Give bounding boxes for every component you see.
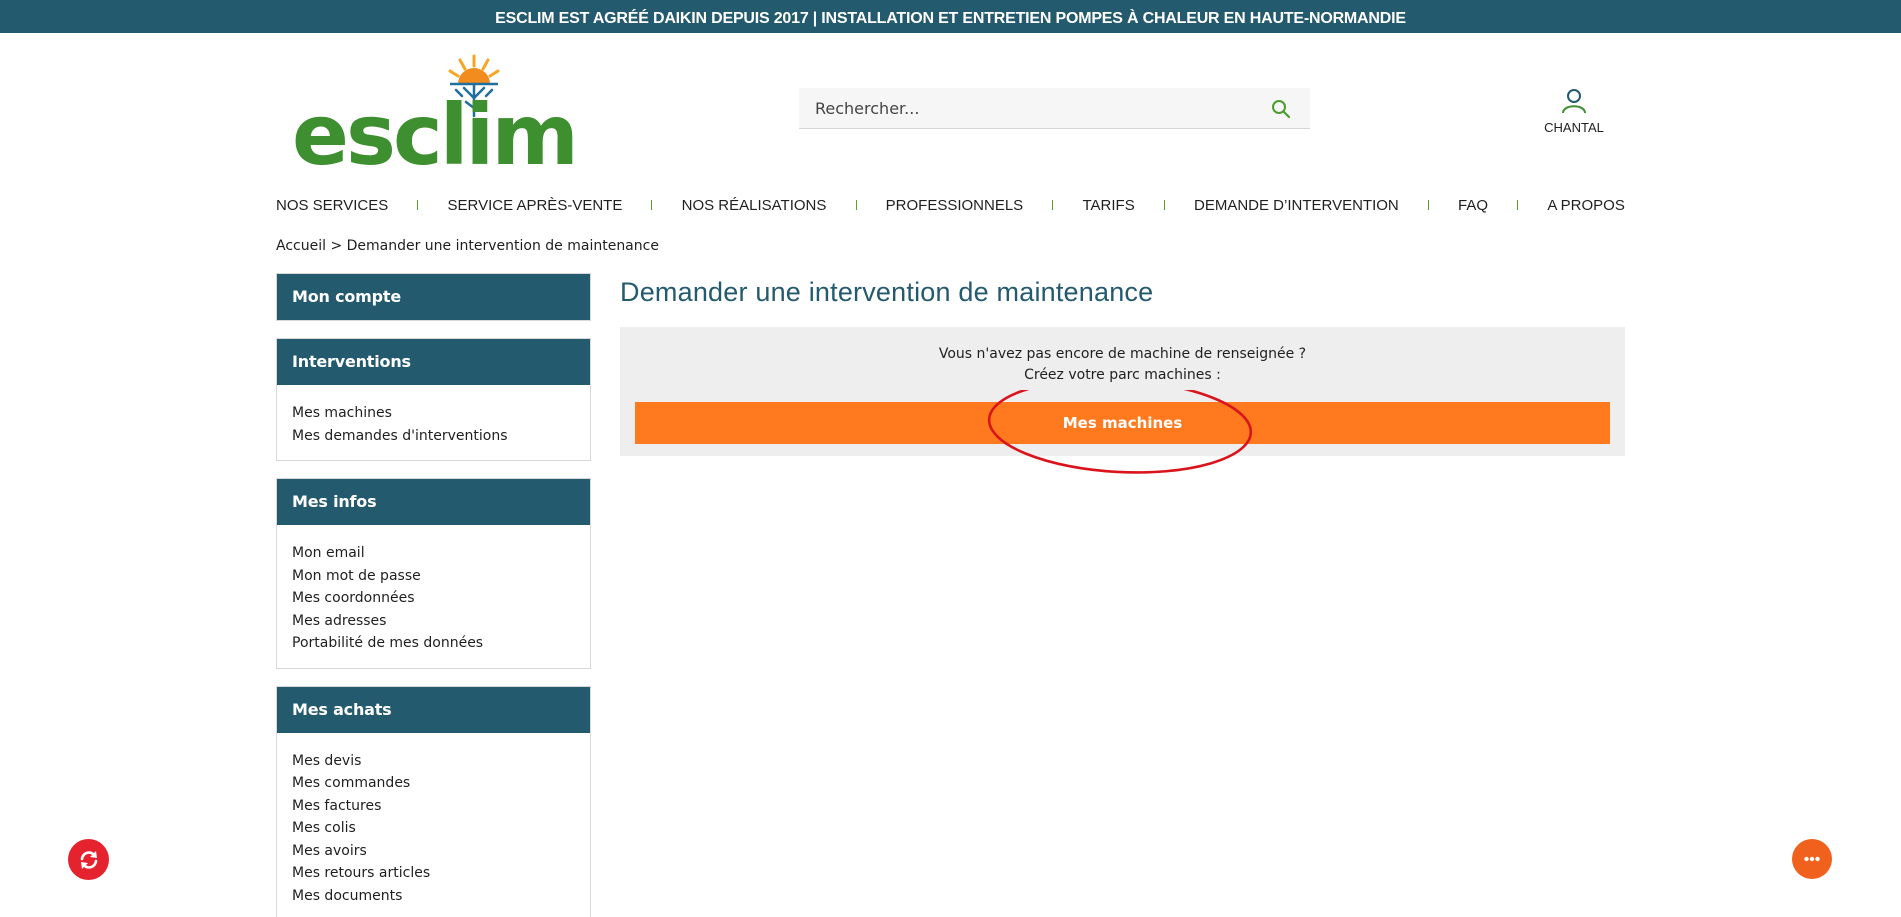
account-menu[interactable]: CHANTAL xyxy=(1540,88,1608,144)
breadcrumb[interactable]: Accueil > Demander une intervention de m… xyxy=(276,238,659,254)
notice-line-1: Vous n'avez pas encore de machine de ren… xyxy=(938,346,1307,362)
sidebar-block-mes-achats: Mes achats Mes devis Mes commandes Mes f… xyxy=(276,685,591,917)
nav-item-professionnels[interactable]: PROFESSIONNELS xyxy=(886,197,1024,214)
sidebar-link-mes-avoirs[interactable]: Mes avoirs xyxy=(292,840,575,863)
refresh-icon xyxy=(80,850,97,869)
user-icon xyxy=(1562,89,1586,114)
account-name: CHANTAL xyxy=(1544,120,1604,135)
search-button[interactable] xyxy=(1270,98,1292,120)
sidebar-link-portabilite[interactable]: Portabilité de mes données xyxy=(292,632,575,655)
sidebar-link-mon-mot-de-passe[interactable]: Mon mot de passe xyxy=(292,565,575,588)
nav-item-tarifs[interactable]: TARIFS xyxy=(1082,197,1134,214)
sidebar-link-mes-adresses[interactable]: Mes adresses xyxy=(292,610,575,633)
nav-separator xyxy=(1163,200,1165,210)
sidebar-heading-interventions[interactable]: Interventions xyxy=(277,339,590,385)
nav-item-nos-realisations[interactable]: NOS RÉALISATIONS xyxy=(682,197,827,214)
nav-separator xyxy=(417,200,419,210)
sidebar-link-mes-machines[interactable]: Mes machines xyxy=(292,402,575,425)
nav-separator xyxy=(651,200,653,210)
mes-machines-button[interactable]: Mes machines xyxy=(635,402,1610,444)
sidebar-link-mes-coordonnees[interactable]: Mes coordonnées xyxy=(292,587,575,610)
sun-snowflake-logo-icon: esclim xyxy=(292,54,579,170)
nav-item-service-apres-vente[interactable]: SERVICE APRÈS-VENTE xyxy=(448,197,623,214)
sidebar-link-mes-commandes[interactable]: Mes commandes xyxy=(292,772,575,795)
sidebar-link-mes-demandes[interactable]: Mes demandes d'interventions xyxy=(292,425,575,448)
logo-wordmark: esclim xyxy=(292,86,576,170)
notice-line-2: Créez votre parc machines : xyxy=(1024,367,1221,383)
nav-item-nos-services[interactable]: NOS SERVICES xyxy=(276,197,388,214)
sidebar-link-mes-factures[interactable]: Mes factures xyxy=(292,795,575,818)
sidebar-link-mes-documents[interactable]: Mes documents xyxy=(292,885,575,908)
more-dots-icon xyxy=(1804,856,1820,862)
sidebar-link-mes-retours[interactable]: Mes retours articles xyxy=(292,862,575,885)
sidebar-heading-mes-achats[interactable]: Mes achats xyxy=(277,686,590,733)
sidebar-block-mon-compte: Mon compte xyxy=(276,273,591,321)
nav-separator xyxy=(1052,200,1054,210)
sidebar-heading-mes-infos[interactable]: Mes infos xyxy=(277,479,590,525)
no-machine-notice: Vous n'avez pas encore de machine de ren… xyxy=(620,327,1625,456)
sidebar-heading-mon-compte[interactable]: Mon compte xyxy=(277,274,590,320)
site-logo[interactable]: esclim xyxy=(290,52,580,170)
more-options-floating-button[interactable] xyxy=(1792,839,1832,879)
search-bar xyxy=(799,88,1310,129)
search-input[interactable] xyxy=(799,88,1259,129)
announcement-bar: ESCLIM EST AGRÉÉ DAIKIN DEPUIS 2017 | IN… xyxy=(0,0,1901,33)
nav-separator xyxy=(1517,200,1519,210)
account-sidebar: Mon compte Interventions Mes machines Me… xyxy=(276,273,591,917)
refresh-floating-button[interactable] xyxy=(68,839,109,880)
search-icon xyxy=(1272,100,1291,119)
page-title: Demander une intervention de maintenance xyxy=(620,277,1154,307)
sidebar-link-mes-devis[interactable]: Mes devis xyxy=(292,750,575,773)
sidebar-link-mes-colis[interactable]: Mes colis xyxy=(292,817,575,840)
nav-item-a-propos[interactable]: A PROPOS xyxy=(1547,197,1625,214)
nav-item-faq[interactable]: FAQ xyxy=(1458,197,1488,214)
nav-separator xyxy=(1427,200,1429,210)
main-nav: NOS SERVICES SERVICE APRÈS-VENTE NOS RÉA… xyxy=(276,192,1625,218)
nav-separator xyxy=(855,200,857,210)
main-content: Demander une intervention de maintenance… xyxy=(620,277,1625,456)
sidebar-link-mon-email[interactable]: Mon email xyxy=(292,542,575,565)
sidebar-block-mes-infos: Mes infos Mon email Mon mot de passe Mes… xyxy=(276,478,591,669)
sidebar-block-interventions: Interventions Mes machines Mes demandes … xyxy=(276,338,591,461)
nav-item-demande-intervention[interactable]: DEMANDE D’INTERVENTION xyxy=(1194,197,1399,214)
